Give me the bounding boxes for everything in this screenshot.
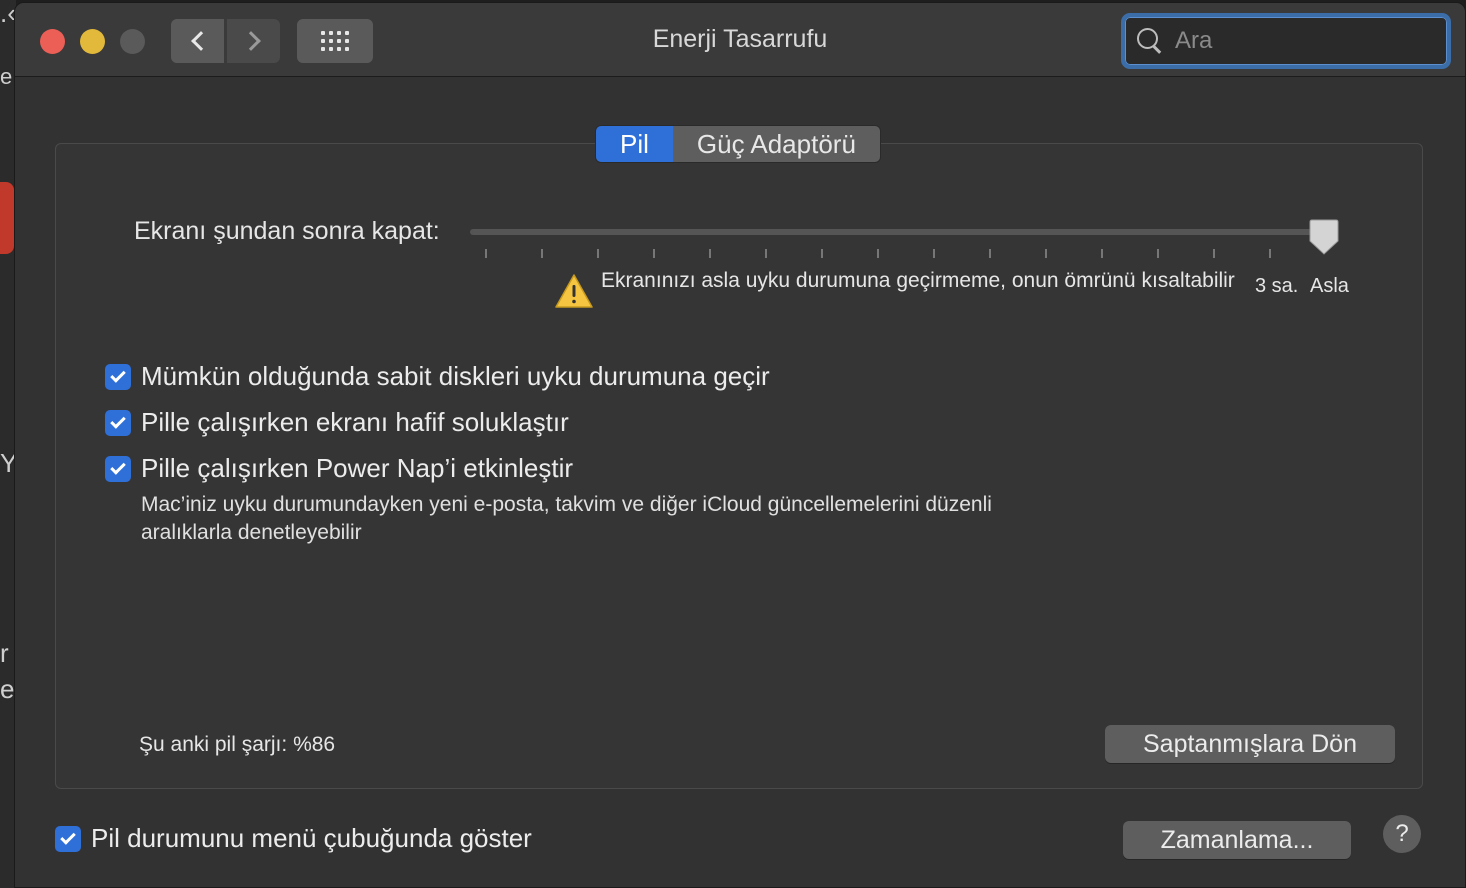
warning-icon <box>555 274 593 308</box>
checkmark-icon <box>110 366 126 383</box>
slider-end-label-3h: 3 sa. <box>1255 275 1299 297</box>
show-battery-in-menubar[interactable]: Pil durumunu menü çubuğunda göster <box>55 823 532 854</box>
slider-tick <box>1157 249 1159 258</box>
slider-tick <box>653 249 655 258</box>
checkmark-icon <box>60 828 76 845</box>
slider-end-label-never: Asla <box>1310 275 1349 297</box>
search-input[interactable] <box>1175 27 1415 55</box>
battery-charge-status: Şu anki pil şarjı: %86 <box>139 733 336 756</box>
slider-tick <box>1101 249 1103 258</box>
option-label: Pille çalışırken ekranı hafif soluklaştı… <box>141 407 569 437</box>
option-label: Pille çalışırken Power Nap’i etkinleştir <box>141 453 574 483</box>
checkbox-checked[interactable] <box>55 825 81 852</box>
slider-thumb[interactable] <box>1309 219 1339 255</box>
background-text-fragment: e <box>0 674 15 704</box>
option-label: Mümkün olduğunda sabit diskleri uyku dur… <box>141 361 770 391</box>
power-nap-description: Mac’iniz uyku durumundayken yeni e-posta… <box>141 493 992 544</box>
checkbox-checked[interactable] <box>105 455 131 482</box>
slider-tick <box>709 249 711 258</box>
title-bar: Enerji Tasarrufu <box>15 3 1465 77</box>
tab-power-adapter[interactable]: Güç Adaptörü <box>672 126 880 162</box>
slider-ticks <box>485 249 1285 261</box>
checkmark-icon <box>110 458 126 475</box>
slider-tick <box>541 249 543 258</box>
preferences-window: Enerji Tasarrufu Pil Güç Adaptörü Ekranı… <box>14 2 1466 888</box>
help-button[interactable]: ? <box>1383 815 1421 853</box>
warning-text: Ekranınızı asla uyku durumuna geçirmeme,… <box>601 269 1235 292</box>
slider-tick <box>933 249 935 258</box>
search-icon <box>1137 28 1163 54</box>
background-red-tab <box>0 182 14 254</box>
checkbox-checked[interactable] <box>105 363 131 390</box>
slider-tick <box>597 249 599 258</box>
checkmark-icon <box>110 412 126 429</box>
background-text-fragment: e <box>0 64 13 89</box>
slider-tick <box>1213 249 1215 258</box>
slider-tick <box>821 249 823 258</box>
segmented-tabs: Pil Güç Adaptörü <box>595 125 881 163</box>
search-field[interactable] <box>1121 13 1451 69</box>
slider-tick <box>1045 249 1047 258</box>
schedule-button[interactable]: Zamanlama... <box>1123 821 1351 859</box>
slider-tick <box>485 249 487 258</box>
option-power-nap[interactable]: Pille çalışırken Power Nap’i etkinleştir <box>105 453 573 484</box>
slider-tick <box>765 249 767 258</box>
slider-tick <box>1269 249 1271 258</box>
display-sleep-label: Ekranı şundan sonra kapat: <box>134 217 440 245</box>
option-dim-display[interactable]: Pille çalışırken ekranı hafif soluklaştı… <box>105 407 569 438</box>
background-text-fragment: r <box>0 638 9 668</box>
option-label: Pil durumunu menü çubuğunda göster <box>91 823 532 853</box>
slider-tick <box>877 249 879 258</box>
checkbox-checked[interactable] <box>105 409 131 436</box>
slider-tick <box>989 249 991 258</box>
option-hard-disk-sleep[interactable]: Mümkün olduğunda sabit diskleri uyku dur… <box>105 361 770 392</box>
restore-defaults-button[interactable]: Saptanmışlara Dön <box>1105 725 1395 763</box>
display-sleep-slider[interactable] <box>470 229 1338 235</box>
tab-battery[interactable]: Pil <box>596 126 673 162</box>
